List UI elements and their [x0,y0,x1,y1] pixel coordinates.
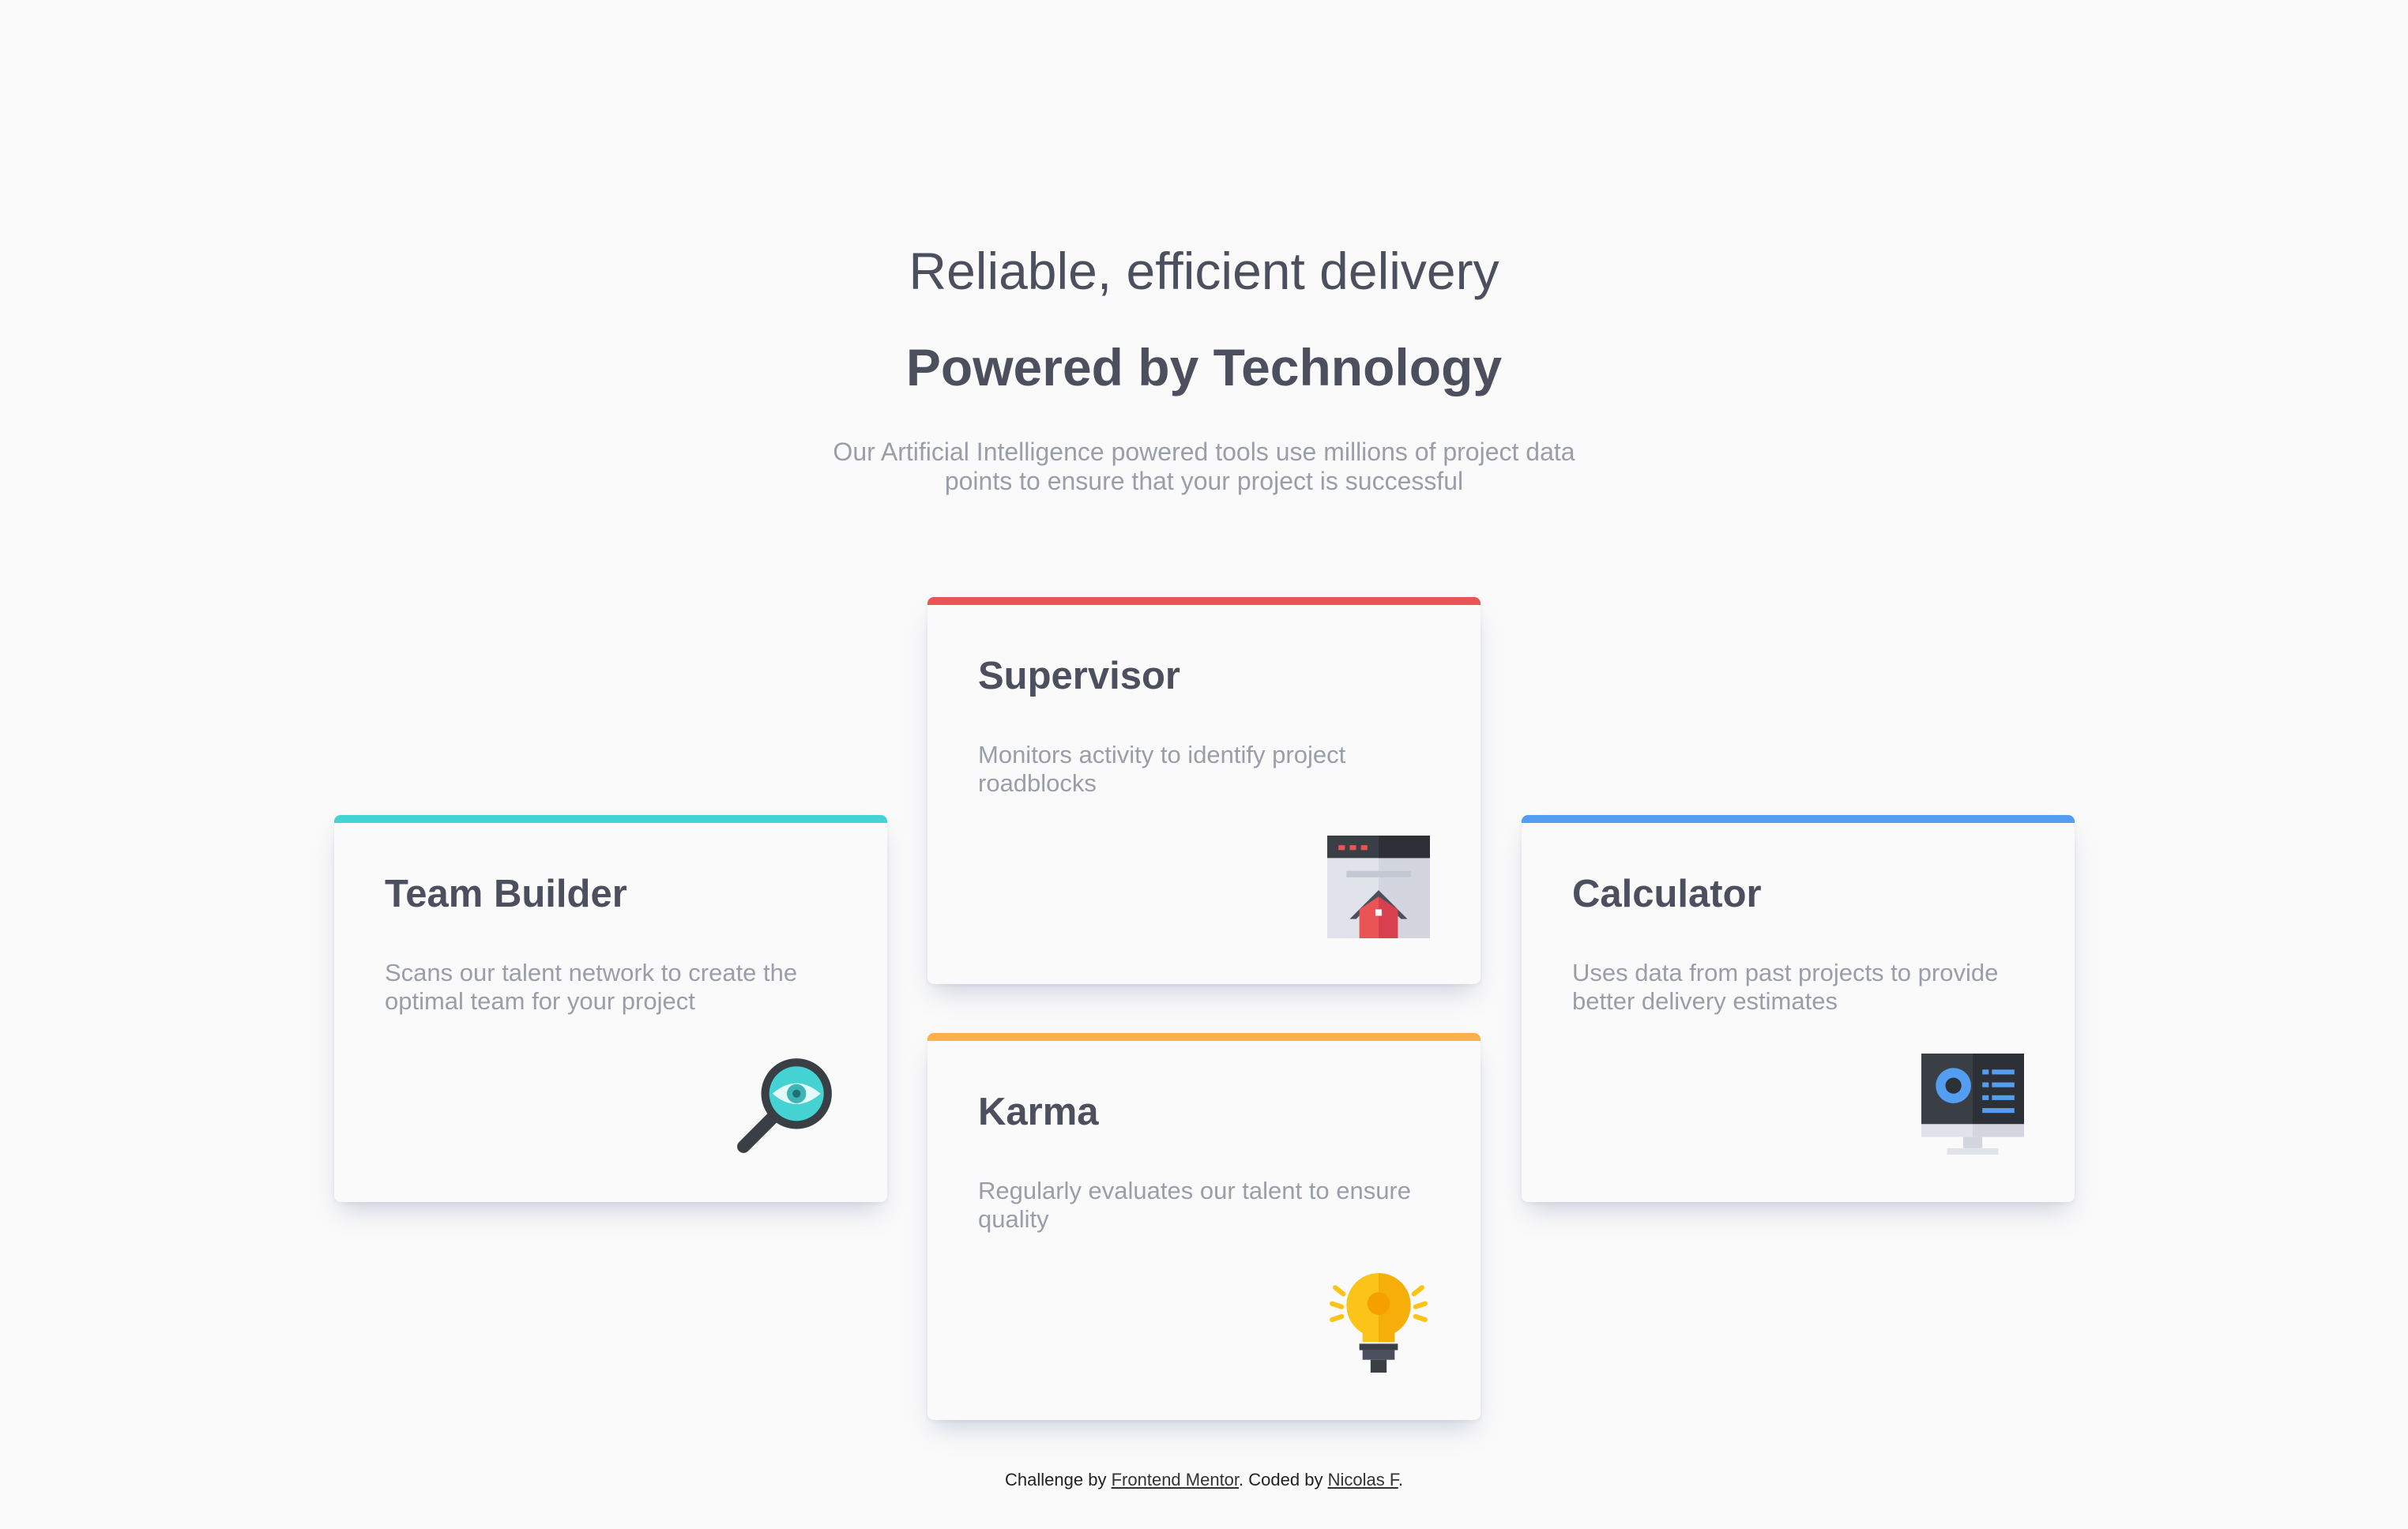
card-title: Supervisor [978,655,1180,697]
card-title: Karma [978,1091,1099,1133]
footer-middle: . Coded by [1239,1470,1323,1490]
karma-icon [1330,1273,1428,1373]
card-description: Uses data from past projects to provide … [1572,959,1999,1015]
card-title: Team Builder [385,873,627,915]
card-karma: Karma Regularly evaluates our talent to … [927,1033,1481,1420]
calculator-icon [1921,1054,2024,1155]
header-subtitle: Reliable, efficient delivery [909,242,1499,300]
card-calculator: Calculator Uses data from past projects … [1522,815,2075,1202]
supervisor-icon [1327,836,1430,938]
frontend-mentor-link[interactable]: Frontend Mentor [1112,1470,1239,1490]
card-description: Monitors activity to identify project ro… [978,741,1346,797]
card-title: Calculator [1572,873,1762,915]
card-team-builder: Team Builder Scans our talent network to… [334,815,887,1202]
card-description: Regularly evaluates our talent to ensure… [978,1177,1411,1233]
team-builder-icon [737,1058,832,1153]
footer-suffix: . [1398,1470,1403,1490]
intro-text: Our Artificial Intelligence powered tool… [833,438,1575,495]
card-supervisor: Supervisor Monitors activity to identify… [927,597,1481,984]
footer-attribution: Challenge by Frontend Mentor. Coded by N… [0,1470,2408,1490]
author-link[interactable]: Nicolas F [1328,1470,1398,1490]
card-description: Scans our talent network to create the o… [385,959,798,1015]
footer-prefix: Challenge by [1005,1470,1107,1490]
page-title: Powered by Technology [905,338,1503,396]
